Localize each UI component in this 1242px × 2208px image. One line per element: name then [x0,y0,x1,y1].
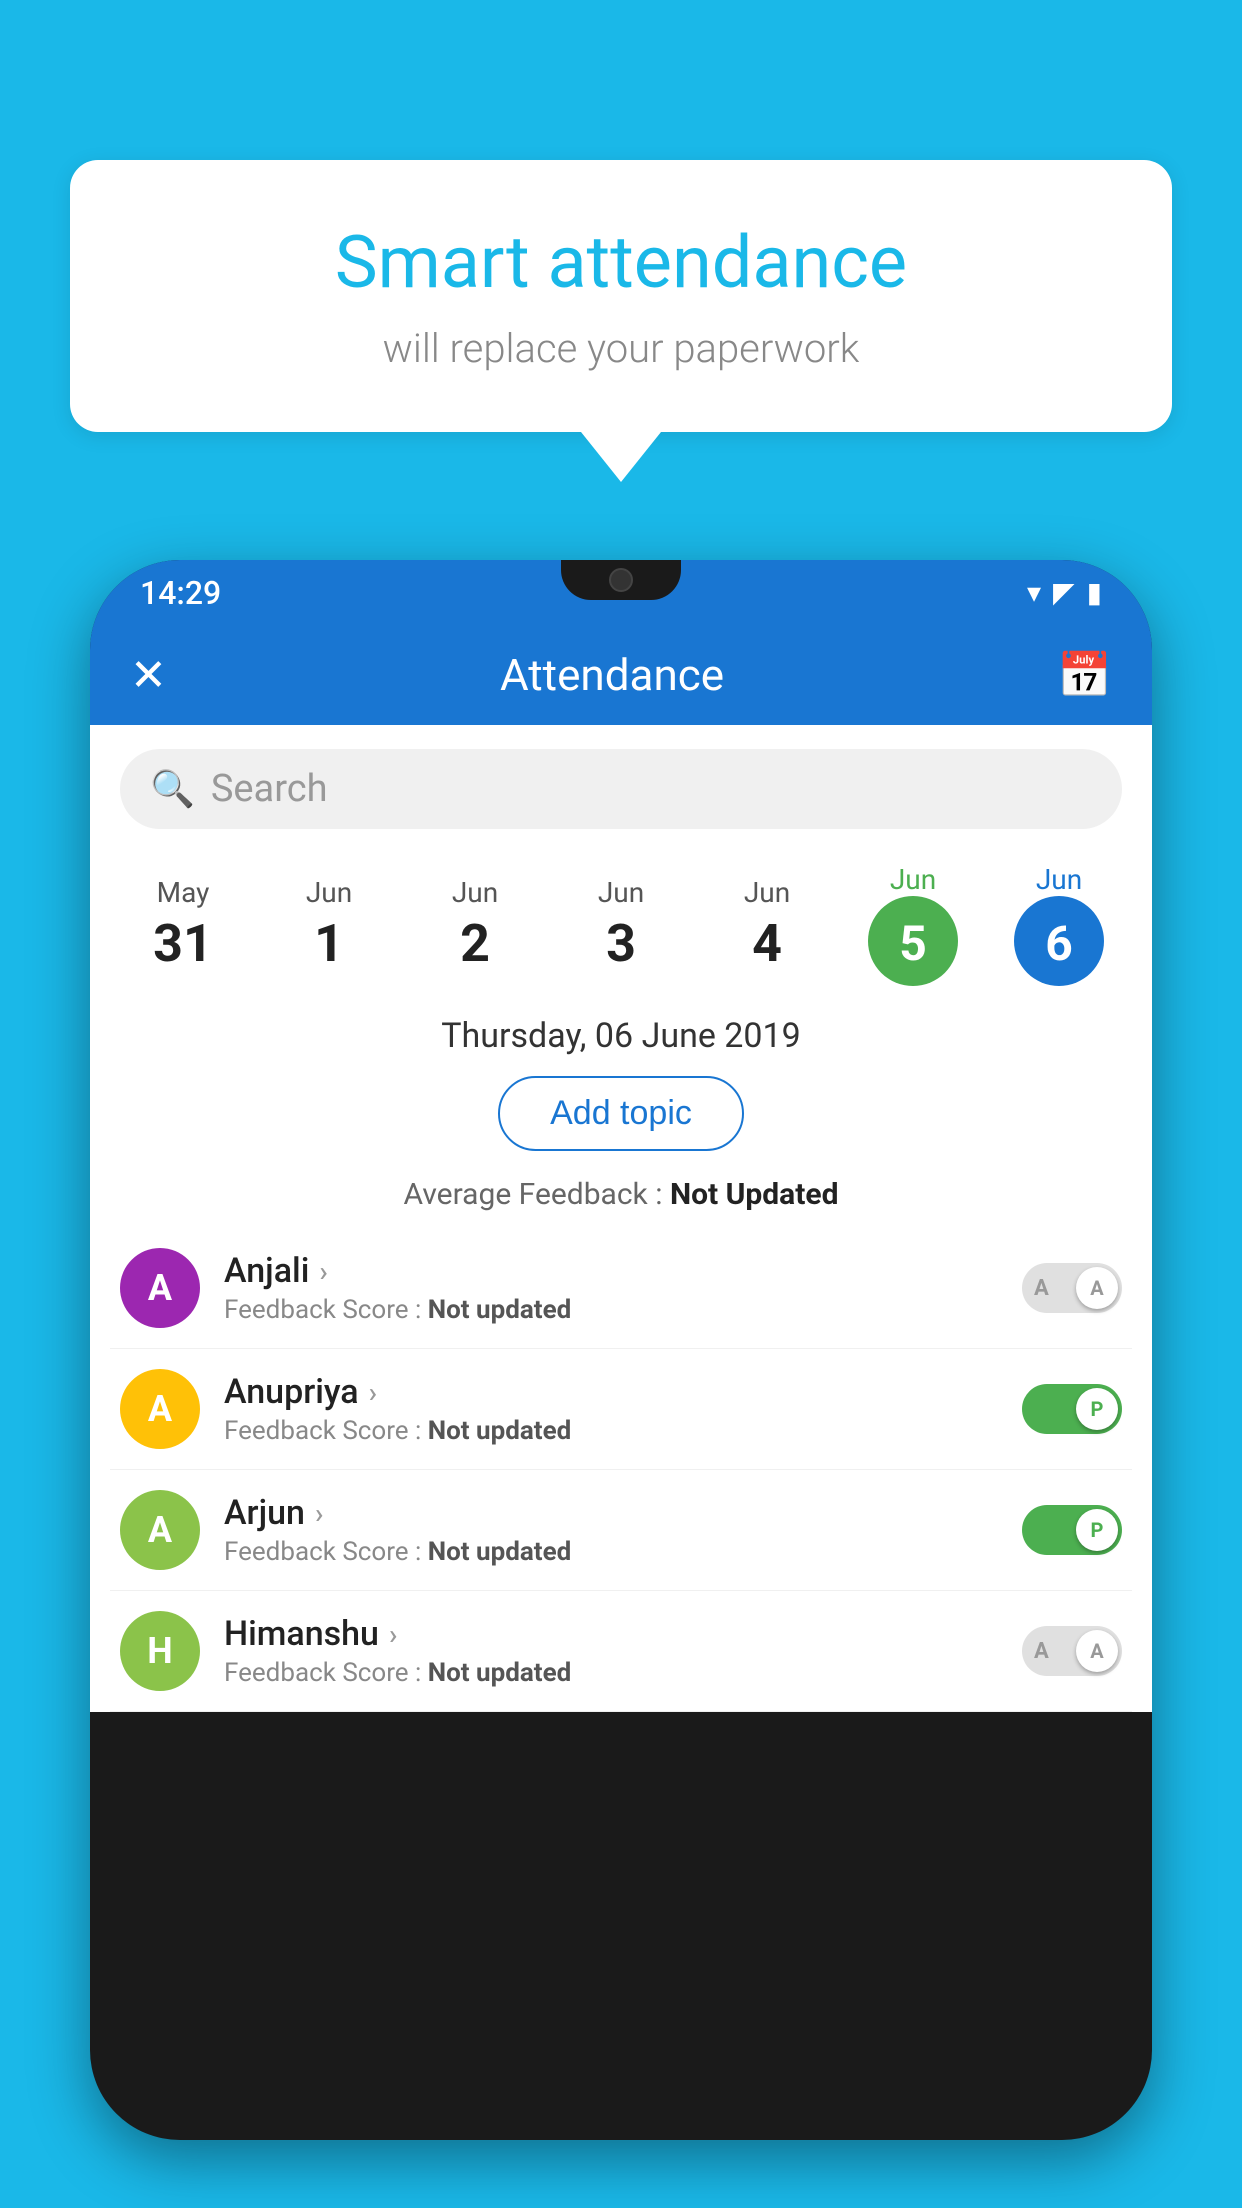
student-name-anjali: Anjali [224,1251,309,1291]
speech-bubble-container: Smart attendance will replace your paper… [70,160,1172,482]
avatar-himanshu: H [120,1611,200,1691]
search-icon: 🔍 [150,768,195,810]
date-jun4[interactable]: Jun 4 [694,876,840,974]
student-row-anupriya[interactable]: A Anupriya › Feedback Score : Not update… [110,1349,1132,1470]
toggle-anupriya[interactable]: P [1022,1384,1122,1434]
student-name-arjun: Arjun [224,1493,305,1533]
avatar-anupriya: A [120,1369,200,1449]
student-name-anupriya: Anupriya [224,1372,359,1412]
date-jun2[interactable]: Jun 2 [402,876,548,974]
date-jun3[interactable]: Jun 3 [548,876,694,974]
student-row-anjali[interactable]: A Anjali › Feedback Score : Not updated … [110,1228,1132,1349]
avg-feedback-value: Not Updated [670,1177,839,1212]
status-icons: ▾ ◤ ▮ [1027,576,1102,609]
camera-dot [609,568,633,592]
battery-icon: ▮ [1087,576,1102,609]
calendar-icon[interactable]: 📅 [1057,649,1112,701]
toggle-arjun[interactable]: P [1022,1505,1122,1555]
student-list: A Anjali › Feedback Score : Not updated … [90,1228,1152,1712]
chevron-right-icon: › [389,1618,397,1651]
phone-container: 14:29 ▾ ◤ ▮ ✕ Attendance 📅 🔍 Search M [90,560,1152,2208]
student-row-himanshu[interactable]: H Himanshu › Feedback Score : Not update… [110,1591,1132,1712]
student-info-arjun: Arjun › Feedback Score : Not updated [224,1493,1022,1567]
date-jun5[interactable]: Jun 5 [840,863,986,986]
speech-bubble-tail [581,432,661,482]
search-placeholder: Search [211,767,328,811]
date-strip: May 31 Jun 1 Jun 2 Jun 3 Jun 4 [90,853,1152,996]
student-info-himanshu: Himanshu › Feedback Score : Not updated [224,1614,1022,1688]
student-info-anjali: Anjali › Feedback Score : Not updated [224,1251,1022,1325]
signal-icon: ◤ [1053,576,1075,609]
student-name-himanshu: Himanshu [224,1614,379,1654]
student-info-anupriya: Anupriya › Feedback Score : Not updated [224,1372,1022,1446]
toggle-himanshu[interactable]: A A [1022,1626,1122,1676]
date-jun1[interactable]: Jun 1 [256,876,402,974]
speech-bubble: Smart attendance will replace your paper… [70,160,1172,432]
student-row-arjun[interactable]: A Arjun › Feedback Score : Not updated P [110,1470,1132,1591]
wifi-icon: ▾ [1027,576,1041,609]
add-topic-button[interactable]: Add topic [498,1076,744,1151]
avg-feedback: Average Feedback : Not Updated [90,1161,1152,1228]
status-time: 14:29 [140,574,221,612]
toggle-anjali[interactable]: A A [1022,1263,1122,1313]
search-bar[interactable]: 🔍 Search [120,749,1122,829]
chevron-right-icon: › [319,1255,327,1288]
avatar-arjun: A [120,1490,200,1570]
selected-date-label: Thursday, 06 June 2019 [90,996,1152,1066]
date-jun6[interactable]: Jun 6 [986,863,1132,986]
bubble-subtitle: will replace your paperwork [150,325,1092,372]
avatar-anjali: A [120,1248,200,1328]
avg-feedback-label: Average Feedback : [404,1177,663,1212]
date-may31[interactable]: May 31 [110,876,256,974]
bubble-title: Smart attendance [150,220,1092,305]
app-bar: ✕ Attendance 📅 [90,625,1152,725]
content-area: 🔍 Search May 31 Jun 1 Jun 2 Jun [90,725,1152,1712]
close-button[interactable]: ✕ [130,649,167,701]
app-bar-title: Attendance [500,649,724,701]
phone-notch [561,560,681,600]
chevron-right-icon: › [369,1376,377,1409]
phone-frame: 14:29 ▾ ◤ ▮ ✕ Attendance 📅 🔍 Search M [90,560,1152,2140]
chevron-right-icon: › [315,1497,323,1530]
